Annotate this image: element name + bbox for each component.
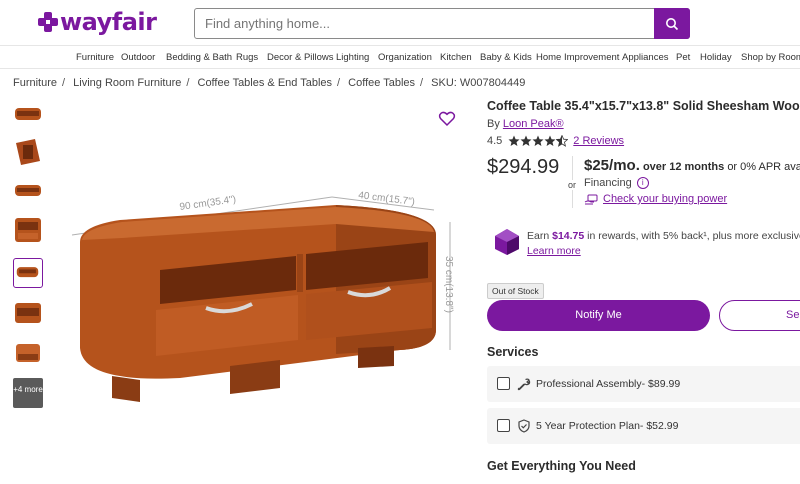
nav-holiday[interactable]: Holiday xyxy=(700,52,732,63)
hand-card-icon xyxy=(584,194,598,204)
breadcrumb-item[interactable]: Living Room Furniture xyxy=(73,77,181,89)
buying-power-link[interactable]: Check your buying power xyxy=(584,193,727,205)
more-thumbnails-button[interactable]: +4 more xyxy=(13,378,43,408)
search-input[interactable] xyxy=(205,16,645,31)
nav-pet[interactable]: Pet xyxy=(676,52,690,63)
reviews-link[interactable]: 2 Reviews xyxy=(573,135,624,147)
shield-icon xyxy=(518,419,530,433)
nav-shop-by-room[interactable]: Shop by Room xyxy=(741,52,800,63)
thumbnail-image xyxy=(16,267,39,278)
thumbnail[interactable] xyxy=(13,215,43,245)
nav-kitchen[interactable]: Kitchen xyxy=(440,52,472,63)
thumbnail-image xyxy=(15,303,41,323)
height-dimension-label: 35 cm(13.8ʺ) xyxy=(443,256,454,313)
monthly-price: $25/mo. xyxy=(584,157,640,174)
category-nav: Furniture Outdoor Bedding & Bath Rugs De… xyxy=(0,45,800,69)
thumbnail-image xyxy=(15,108,41,120)
monthly-terms: over 12 months xyxy=(642,161,725,173)
thumbnail[interactable] xyxy=(13,298,43,328)
rewards-text: Earn $14.75 in rewards, with 5% back¹, p… xyxy=(527,230,800,242)
nav-rugs[interactable]: Rugs xyxy=(236,52,258,63)
rewards-amount: $14.75 xyxy=(552,230,585,242)
product-title: Coffee Table 35.4"x15.7"x13.8" Solid She… xyxy=(487,99,800,113)
thumbnail-image xyxy=(16,344,40,362)
thumbnail-image xyxy=(15,218,41,242)
favorite-heart-icon[interactable] xyxy=(438,110,456,128)
section-heading: Get Everything You Need xyxy=(487,459,636,473)
apr-text: or 0% APR ava xyxy=(727,161,800,173)
notify-me-button[interactable]: Notify Me xyxy=(487,300,710,331)
financing-offer: $25/mo. over 12 months or 0% APR ava xyxy=(584,157,800,174)
rating-value: 4.5 xyxy=(487,135,503,147)
wrench-icon xyxy=(517,378,531,391)
product-price: $294.99 xyxy=(487,156,560,178)
nav-lighting[interactable]: Lighting xyxy=(336,52,369,63)
buying-power-text: Check your buying power xyxy=(603,193,728,205)
see-button[interactable]: See xyxy=(719,300,800,331)
financing-row: Financing i xyxy=(584,177,649,189)
nav-decor-pillows[interactable]: Decor & Pillows xyxy=(267,52,334,63)
learn-more-link[interactable]: Learn more xyxy=(527,245,581,257)
nav-baby-kids[interactable]: Baby & Kids xyxy=(480,52,532,63)
nav-furniture[interactable]: Furniture xyxy=(76,52,114,63)
thumbnail-selected[interactable] xyxy=(13,258,43,288)
protection-label: 5 Year Protection Plan- $52.99 xyxy=(536,420,679,432)
logo-mark-icon xyxy=(38,12,58,32)
brand-line: By Loon Peak® xyxy=(487,118,564,130)
breadcrumb-item[interactable]: Furniture xyxy=(13,77,57,89)
logo-text: wayfair xyxy=(60,8,157,36)
breadcrumb: Furniture / Living Room Furniture / Coffee… xyxy=(13,77,526,89)
thumbnail[interactable] xyxy=(13,175,43,205)
service-option-protection[interactable]: 5 Year Protection Plan- $52.99 xyxy=(487,408,800,444)
thumbnail-image xyxy=(16,139,40,165)
or-label: or xyxy=(568,180,577,190)
thumbnail-image xyxy=(15,185,41,196)
brand-link[interactable]: Loon Peak® xyxy=(503,118,564,130)
search-icon xyxy=(666,17,679,30)
stock-status-badge: Out of Stock xyxy=(487,283,544,299)
assembly-label: Professional Assembly- $89.99 xyxy=(536,378,681,390)
sku-label: SKU: W007804449 xyxy=(431,77,526,89)
nav-home-improvement[interactable]: Home Improvement xyxy=(536,52,619,63)
breadcrumb-item[interactable]: Coffee Tables & End Tables xyxy=(198,77,333,89)
search-button[interactable] xyxy=(654,8,690,39)
financing-label: Financing xyxy=(584,177,632,189)
protection-checkbox[interactable] xyxy=(497,419,510,432)
nav-appliances[interactable]: Appliances xyxy=(622,52,668,63)
star-rating-icon xyxy=(508,135,569,147)
nav-organization[interactable]: Organization xyxy=(378,52,432,63)
width-dimension-label: 90 cm(35.4ʺ) xyxy=(179,194,237,213)
rating-row: 4.5 2 Reviews xyxy=(487,135,624,147)
depth-dimension-label: 40 cm(15.7ʺ) xyxy=(358,190,416,208)
info-icon[interactable]: i xyxy=(636,177,649,189)
breadcrumb-item[interactable]: Coffee Tables xyxy=(348,77,415,89)
services-heading: Services xyxy=(487,345,539,359)
thumbnail[interactable] xyxy=(13,137,43,167)
service-option-assembly[interactable]: Professional Assembly- $89.99 xyxy=(487,366,800,402)
site-header: wayfair xyxy=(0,0,800,46)
wayfair-logo[interactable]: wayfair xyxy=(38,8,157,36)
by-label: By xyxy=(487,118,500,130)
nav-outdoor[interactable]: Outdoor xyxy=(121,52,155,63)
rewards-gem-icon xyxy=(495,229,519,255)
thumbnail[interactable] xyxy=(13,338,43,368)
search-bar xyxy=(194,8,690,39)
thumbnail[interactable] xyxy=(13,100,43,130)
assembly-checkbox[interactable] xyxy=(497,377,510,390)
product-image: 90 cm(35.4ʺ) 40 cm(15.7ʺ) 35 cm(13.8ʺ) xyxy=(71,190,454,402)
nav-bedding-bath[interactable]: Bedding & Bath xyxy=(166,52,232,63)
